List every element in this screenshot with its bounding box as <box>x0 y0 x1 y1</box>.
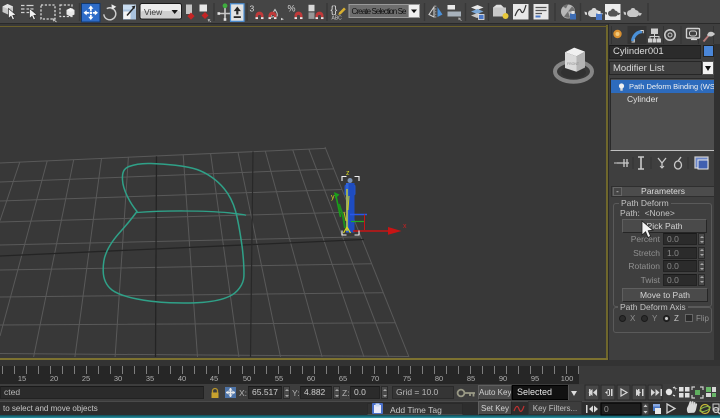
svg-text:FRONT: FRONT <box>567 62 580 66</box>
svg-text:x: x <box>403 223 407 230</box>
svg-text:+: + <box>674 387 678 393</box>
svg-text:z: z <box>346 170 350 177</box>
svg-text:0: 0 <box>604 404 609 414</box>
svg-text:y: y <box>331 194 335 201</box>
